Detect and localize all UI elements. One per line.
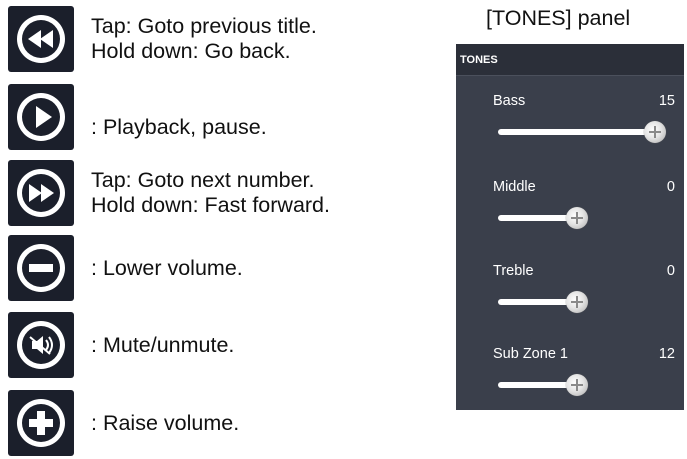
legend-line: Tap: Goto next number.	[91, 168, 315, 192]
tone-slider[interactable]	[498, 121, 666, 143]
tone-slider[interactable]	[498, 291, 662, 313]
legend-desc: Tap: Goto previous title. Hold down: Go …	[91, 14, 317, 64]
tone-treble: Treble 0	[456, 263, 684, 333]
legend-row-previous: Tap: Goto previous title. Hold down: Go …	[8, 6, 317, 72]
legend-desc: : Mute/unmute.	[91, 333, 234, 358]
legend-line: Hold down: Fast forward.	[91, 193, 330, 217]
previous-button[interactable]	[8, 6, 74, 72]
tone-value: 15	[658, 93, 675, 109]
tone-slider[interactable]	[498, 374, 662, 396]
legend-row-next: Tap: Goto next number. Hold down: Fast f…	[8, 160, 330, 226]
tone-sub-zone-1: Sub Zone 1 12	[456, 346, 684, 416]
tone-value: 12	[658, 346, 675, 362]
legend-line: : Playback, pause.	[91, 114, 267, 139]
legend-line: Tap: Goto previous title.	[91, 14, 317, 38]
legend-row-play: : Playback, pause.	[8, 84, 267, 150]
tone-value: 0	[666, 263, 675, 279]
tone-slider[interactable]	[498, 207, 662, 229]
slider-knob[interactable]	[566, 291, 588, 313]
tone-value: 0	[666, 179, 675, 195]
legend-row-volume-down: : Lower volume.	[8, 235, 243, 301]
slider-knob[interactable]	[644, 121, 666, 143]
plus-icon	[17, 399, 65, 447]
legend-row-mute: : Mute/unmute.	[8, 312, 234, 378]
tone-bass: Bass 15	[456, 93, 684, 163]
legend-desc: : Lower volume.	[91, 256, 243, 281]
volume-down-button[interactable]	[8, 235, 74, 301]
slider-knob[interactable]	[566, 374, 588, 396]
rewind-icon	[17, 15, 65, 63]
next-button[interactable]	[8, 160, 74, 226]
tone-label: Bass	[493, 93, 526, 109]
play-pause-button[interactable]	[8, 84, 74, 150]
play-icon	[17, 93, 65, 141]
panel-caption: [TONES] panel	[486, 6, 631, 30]
volume-up-button[interactable]	[8, 390, 74, 456]
legend-line: Hold down: Go back.	[91, 39, 291, 63]
fast-forward-icon	[17, 169, 65, 217]
tone-label: Treble	[493, 263, 534, 279]
legend-desc: : Playback, pause.	[91, 95, 267, 140]
tone-label: Sub Zone 1	[493, 346, 568, 362]
slider-fill	[498, 129, 655, 135]
slider-knob[interactable]	[566, 207, 588, 229]
tones-panel: TONES Bass 15 Middle 0 Treble 0 Sub Zone…	[456, 44, 684, 410]
mute-icon	[17, 321, 65, 369]
legend-line: : Mute/unmute.	[91, 332, 235, 357]
legend-row-volume-up: : Raise volume.	[8, 390, 239, 456]
legend-line: : Raise volume.	[91, 410, 240, 435]
legend-desc: Tap: Goto next number. Hold down: Fast f…	[91, 168, 330, 218]
minus-icon	[17, 244, 65, 292]
mute-button[interactable]	[8, 312, 74, 378]
panel-header: TONES	[456, 44, 684, 76]
legend-desc: : Raise volume.	[91, 411, 239, 436]
tone-label: Middle	[493, 179, 536, 195]
legend-line: : Lower volume.	[91, 255, 243, 280]
tone-middle: Middle 0	[456, 179, 684, 249]
